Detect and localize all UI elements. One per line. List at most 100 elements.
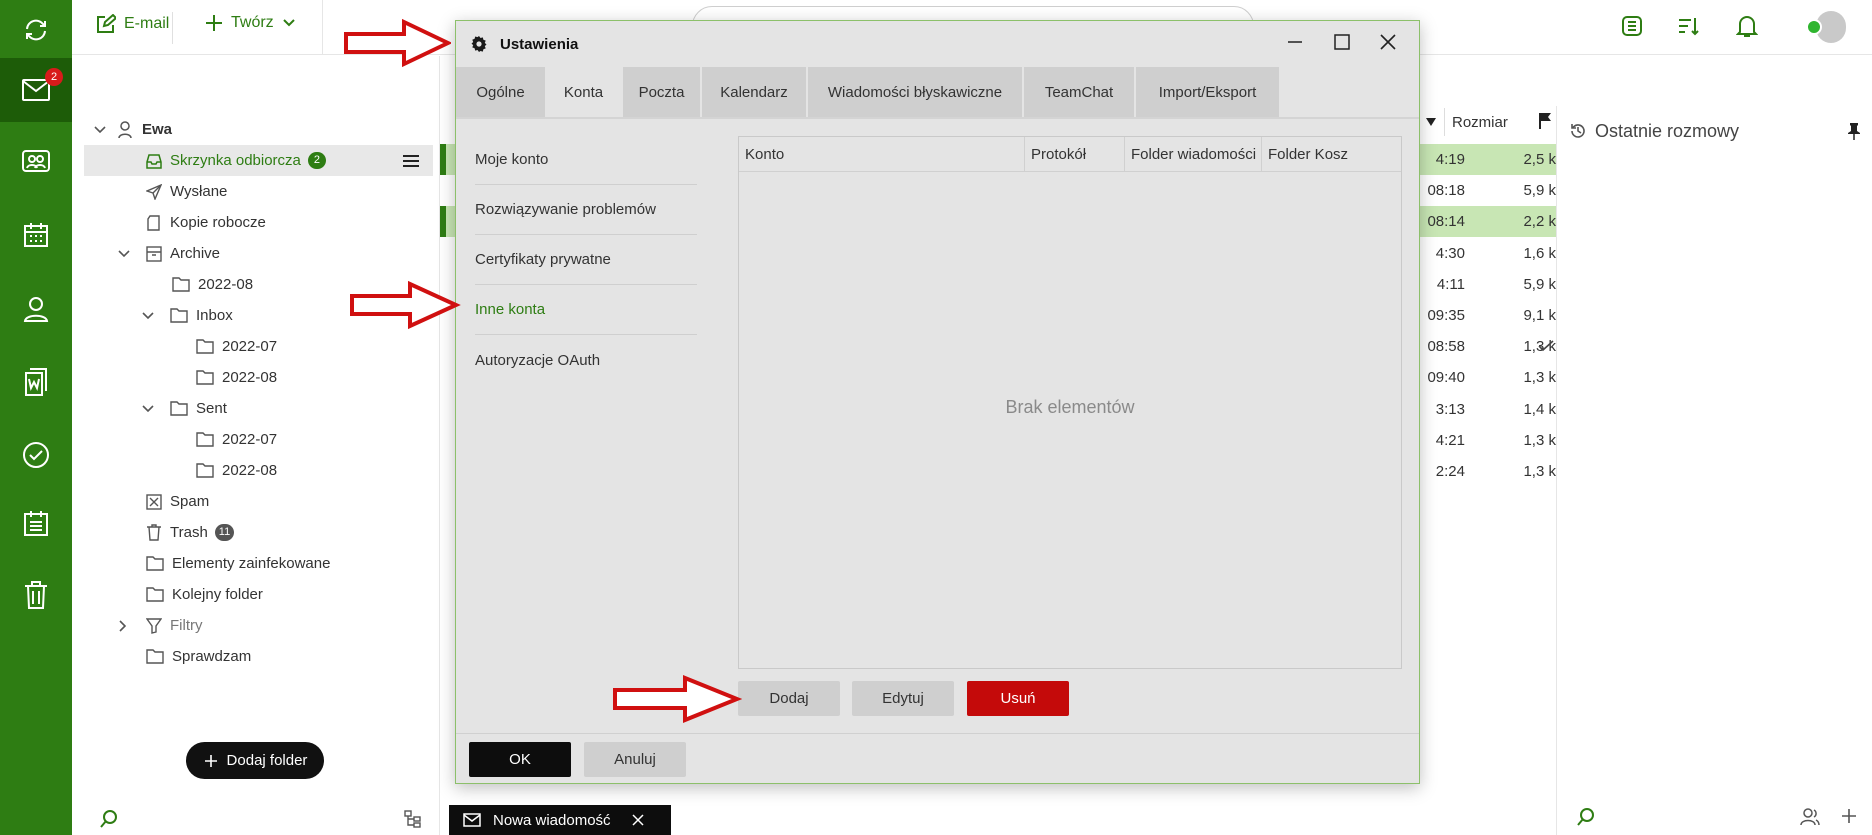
- nav-my-account[interactable]: Moje konto: [475, 135, 697, 185]
- tab-label: TeamChat: [1044, 83, 1114, 101]
- message-size: 2,2 kB: [1523, 213, 1566, 231]
- mail-icon: [463, 813, 481, 827]
- folder-trash[interactable]: Trash 11: [146, 517, 433, 548]
- nav-label: Certyfikaty prywatne: [475, 251, 611, 268]
- add-contact-button[interactable]: [1841, 808, 1857, 824]
- minimize-button[interactable]: [1286, 33, 1304, 51]
- tree-view-button[interactable]: [404, 810, 422, 828]
- chevron-right-icon: [119, 619, 127, 632]
- message-time: 4:21: [1435, 431, 1465, 449]
- nav-private-certificates[interactable]: Certyfikaty prywatne: [475, 235, 697, 285]
- bell-icon: [1736, 16, 1758, 37]
- folder-sent-2022-08[interactable]: 2022-08: [196, 455, 433, 486]
- tab-calendar[interactable]: Kalendarz: [702, 67, 806, 117]
- message-size: 1,4 kB: [1523, 400, 1566, 418]
- contacts-search-button[interactable]: [1577, 808, 1595, 826]
- column-header-protocol[interactable]: Protokół: [1025, 137, 1125, 172]
- rail-calendar-button[interactable]: [0, 205, 72, 265]
- column-label: Folder wiadomości: [1131, 146, 1257, 163]
- tab-general[interactable]: Ogólne: [456, 67, 545, 117]
- tab-instant-messages[interactable]: Wiadomości błyskawiczne: [808, 67, 1022, 117]
- list-view-button[interactable]: [1620, 14, 1644, 38]
- folder-inbox-2022-07[interactable]: 2022-07: [196, 331, 433, 362]
- message-time: 08:14: [1427, 213, 1465, 231]
- filters-row[interactable]: Filtry: [118, 610, 433, 641]
- folder-inbox[interactable]: Skrzynka odbiorcza 2: [84, 145, 433, 176]
- account-row[interactable]: Ewa: [94, 114, 433, 145]
- rail-documents-button[interactable]: [0, 352, 72, 412]
- close-icon[interactable]: [631, 813, 645, 827]
- unread-indicator: [440, 206, 446, 238]
- folder-sent[interactable]: Wysłane: [146, 176, 433, 207]
- tab-accounts[interactable]: Konta: [546, 67, 621, 117]
- pin-icon[interactable]: [1847, 122, 1861, 140]
- ok-button[interactable]: OK: [469, 742, 571, 777]
- user-avatar[interactable]: [1806, 9, 1846, 45]
- sort-button[interactable]: [1676, 14, 1700, 38]
- toolbar-divider: [172, 12, 173, 44]
- folder-sent-sub[interactable]: Sent: [142, 393, 433, 424]
- email-button[interactable]: E-mail: [96, 14, 169, 34]
- new-message-tab[interactable]: Nowa wiadomość: [449, 805, 671, 835]
- nav-other-accounts[interactable]: Inne konta: [475, 285, 697, 335]
- contacts-icon: [1800, 808, 1820, 826]
- rail-contacts-button[interactable]: [0, 132, 72, 192]
- folder-sidebar: Ewa Skrzynka odbiorcza 2 Wysłane Kopie r…: [72, 56, 440, 835]
- folder-inbox-2022-08[interactable]: 2022-08: [196, 362, 433, 393]
- rail-mail-button[interactable]: [0, 58, 72, 122]
- rail-sync-button[interactable]: [0, 0, 72, 60]
- list-view-icon: [1622, 16, 1642, 36]
- message-size: 5,9 kB: [1523, 275, 1566, 293]
- add-account-button[interactable]: Dodaj: [738, 681, 840, 716]
- inbox-icon: [146, 153, 162, 169]
- column-header-account[interactable]: Konto: [739, 137, 1025, 172]
- annotation-arrow-add-button: [613, 675, 742, 723]
- maximize-button[interactable]: [1333, 33, 1351, 51]
- message-size: 1,6 kB: [1523, 244, 1566, 262]
- tab-mail[interactable]: Poczta: [623, 67, 700, 117]
- folder-spam[interactable]: Spam: [146, 486, 433, 517]
- filter-icon: [146, 617, 162, 634]
- rail-user-button[interactable]: [0, 279, 72, 339]
- tab-teamchat[interactable]: TeamChat: [1024, 67, 1134, 117]
- rail-trash-button[interactable]: [0, 565, 72, 625]
- nav-label: Rozwiązywanie problemów: [475, 201, 656, 218]
- cancel-button[interactable]: Anuluj: [584, 742, 686, 777]
- nav-label: Autoryzacje OAuth: [475, 351, 601, 369]
- empty-state-text: Brak elementów: [1005, 397, 1135, 417]
- rail-tasks-button[interactable]: [0, 425, 72, 485]
- tab-import-export[interactable]: Import/Eksport: [1136, 67, 1279, 117]
- notifications-button[interactable]: [1736, 13, 1758, 39]
- column-header-message-folder[interactable]: Folder wiadomości: [1125, 137, 1262, 172]
- maximize-icon: [1334, 34, 1350, 50]
- folder-archive[interactable]: Archive: [118, 238, 433, 269]
- sidebar-search-button[interactable]: [100, 810, 118, 828]
- contacts-manage-button[interactable]: [1800, 808, 1820, 826]
- folder-another[interactable]: Kolejny folder: [146, 579, 433, 610]
- folder-sent-2022-07[interactable]: 2022-07: [196, 424, 433, 455]
- folder-label: 2022-08: [222, 462, 278, 479]
- edit-account-button[interactable]: Edytuj: [852, 681, 954, 716]
- message-size: 1,3 kB: [1523, 463, 1566, 480]
- menu-icon[interactable]: [403, 154, 419, 168]
- nav-troubleshooting[interactable]: Rozwiązywanie problemów: [475, 185, 697, 235]
- add-folder-button[interactable]: Dodaj folder: [186, 742, 324, 779]
- rail-notes-button[interactable]: [0, 493, 72, 553]
- folder-infected[interactable]: Elementy zainfekowane: [146, 548, 433, 579]
- sort-icon: [1679, 18, 1699, 36]
- recent-conversations-panel: Ostatnie rozmowy: [1556, 106, 1872, 835]
- draft-icon: [147, 214, 160, 231]
- create-dropdown[interactable]: Twórz: [205, 14, 296, 32]
- folder-drafts[interactable]: Kopie robocze: [146, 207, 433, 238]
- nav-oauth[interactable]: Autoryzacje OAuth: [475, 335, 697, 385]
- folder-label: Elementy zainfekowane: [172, 555, 331, 572]
- folder-label: Trash: [170, 524, 208, 541]
- minimize-icon: [1288, 41, 1302, 43]
- close-button[interactable]: [1378, 32, 1398, 52]
- annotation-arrow-other-accounts: [350, 280, 461, 330]
- message-time: 4:19: [1435, 151, 1465, 168]
- folder-label: 2022-07: [222, 431, 278, 448]
- delete-account-button[interactable]: Usuń: [967, 681, 1069, 716]
- folder-check[interactable]: Sprawdzam: [146, 641, 433, 672]
- column-header-trash-folder[interactable]: Folder Kosz: [1262, 137, 1401, 172]
